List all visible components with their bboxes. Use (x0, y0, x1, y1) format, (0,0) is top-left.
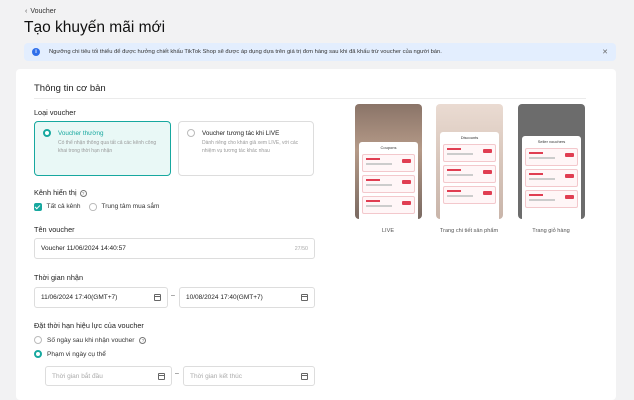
claim-period-label: Thời gian nhận (34, 273, 84, 282)
option-label: Phạm vi ngày cụ thể (47, 350, 106, 358)
calendar-icon (301, 372, 308, 380)
breadcrumb-label: Voucher (30, 8, 57, 15)
validity-start-input[interactable]: Thời gian bắt đầu (45, 366, 172, 386)
divider (34, 98, 586, 99)
preview-product-detail: Discounts (436, 104, 503, 219)
help-icon[interactable]: ? (79, 189, 87, 197)
claim-end-value: 10/08/2024 17:40(GMT+7) (186, 294, 263, 301)
validity-end-input[interactable]: Thời gian kết thúc (183, 366, 315, 386)
validity-label: Đặt thời hạn hiệu lực của voucher (34, 321, 144, 330)
section-title: Thông tin cơ bản (34, 83, 106, 94)
preview-live: Coupons (355, 104, 422, 219)
calendar-icon (301, 294, 308, 301)
radio-unselected[interactable] (34, 336, 42, 344)
chevron-left-icon: ‹ (25, 8, 28, 15)
range-separator: – (175, 370, 179, 377)
validity-start-placeholder: Thời gian bắt đầu (52, 372, 103, 380)
calendar-icon (154, 294, 161, 301)
option-desc: Dành riêng cho khán giả xem LIVE, với cá… (202, 140, 299, 154)
voucher-type-option-regular[interactable]: Voucher thường Có thể nhận thông qua tất… (34, 121, 171, 176)
banner-text: Ngưỡng chi tiêu tối thiểu để được hưởng … (49, 49, 442, 55)
sheet-title: Coupons (380, 145, 397, 150)
voucher-type-option-live[interactable]: Voucher tương tác khi LIVE Dành riêng ch… (178, 121, 314, 176)
preview-caption-cart: Trang giỏ hàng (532, 228, 570, 234)
preview-caption-live: LIVE (381, 228, 395, 234)
voucher-sheet: Discounts (440, 132, 499, 219)
page-title: Tạo khuyến mãi mới (24, 19, 166, 36)
info-banner: i Ngưỡng chi tiêu tối thiểu để được hưởn… (24, 43, 616, 61)
validity-option-range[interactable]: Phạm vi ngày cụ thể (34, 350, 106, 358)
preview-cart: Seller vouchers (518, 104, 585, 219)
voucher-name-value: Voucher 11/06/2024 14:40:57 (41, 245, 126, 252)
option-label: Tất cả kênh (46, 203, 81, 211)
voucher-sheet: Seller vouchers (522, 136, 581, 219)
range-separator: – (171, 292, 175, 299)
option-desc: Có thể nhận thông qua tất cả các kênh cô… (58, 140, 157, 154)
calendar-icon (158, 372, 165, 380)
validity-end-placeholder: Thời gian kết thúc (190, 372, 242, 380)
option-name: Voucher thường (58, 129, 104, 137)
breadcrumb-back[interactable]: ‹ Voucher (25, 8, 56, 15)
option-name: Voucher tương tác khi LIVE (202, 129, 280, 137)
display-channel-label-text: Kênh hiển thị (34, 188, 77, 197)
validity-option-days[interactable]: Số ngày sau khi nhận voucher ? (34, 336, 147, 344)
claim-end-input[interactable]: 10/08/2024 17:40(GMT+7) (179, 287, 315, 308)
sheet-title: Seller vouchers (537, 139, 566, 144)
radio-selected[interactable] (34, 350, 42, 358)
voucher-type-label: Loại voucher (34, 108, 76, 117)
channel-option-mall[interactable]: Trung tâm mua sắm (89, 203, 159, 211)
option-label: Số ngày sau khi nhận voucher (47, 336, 135, 344)
radio-unselected[interactable] (187, 129, 195, 137)
char-counter: 27/50 (294, 245, 308, 252)
voucher-name-label: Tên voucher (34, 225, 75, 234)
voucher-sheet: Coupons (359, 142, 418, 219)
sheet-title: Discounts (460, 135, 479, 140)
help-icon[interactable]: ? (139, 336, 147, 344)
claim-start-value: 11/06/2024 17:40(GMT+7) (41, 294, 118, 301)
preview-caption-product: Trang chi tiết sản phẩm (439, 228, 499, 234)
checkbox-unchecked[interactable] (89, 203, 97, 211)
option-label: Trung tâm mua sắm (101, 203, 160, 211)
checkbox-checked[interactable] (34, 203, 42, 211)
info-icon: i (32, 48, 40, 56)
radio-selected[interactable] (43, 129, 51, 137)
display-channel-label: Kênh hiển thị? (34, 188, 87, 197)
voucher-name-input[interactable]: Voucher 11/06/2024 14:40:57 27/50 (34, 238, 315, 259)
claim-start-input[interactable]: 11/06/2024 17:40(GMT+7) (34, 287, 168, 308)
close-icon[interactable]: ✕ (602, 48, 608, 56)
channel-option-all[interactable]: Tất cả kênh (34, 203, 80, 211)
